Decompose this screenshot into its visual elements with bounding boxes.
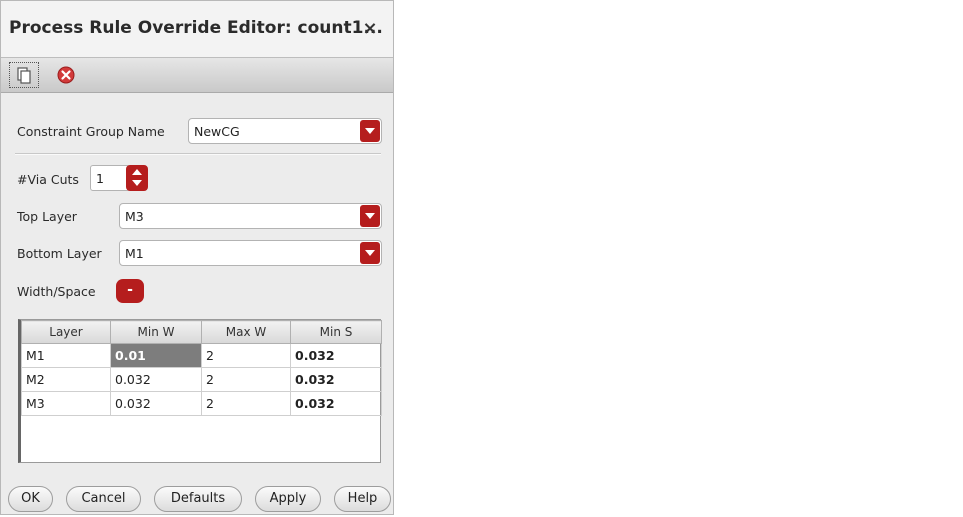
- table-cell-layer[interactable]: M1: [21, 343, 111, 368]
- table-cell-min-w[interactable]: 0.032: [110, 367, 202, 392]
- ok-button[interactable]: OK: [8, 486, 53, 512]
- table-cell-max-w[interactable]: 2: [201, 367, 291, 392]
- top-layer-value: M3: [125, 209, 144, 224]
- table-cell-min-w[interactable]: 0.01: [110, 343, 202, 368]
- dropdown-button[interactable]: [360, 120, 380, 142]
- column-header-layer[interactable]: Layer: [21, 320, 111, 344]
- table-row[interactable]: M2 0.032 2 0.032: [21, 367, 382, 392]
- via-cuts-input[interactable]: 1: [90, 165, 130, 191]
- table-cell-layer[interactable]: M2: [21, 367, 111, 392]
- process-rule-override-dialog: Process Rule Override Editor: count1... …: [0, 0, 394, 515]
- table-cell-min-s[interactable]: 0.032: [290, 367, 382, 392]
- form-area: Constraint Group Name NewCG #Via Cuts 1 …: [1, 93, 393, 473]
- width-space-table: Layer Min W Max W Min S M1 0.01 2 0.032 …: [18, 319, 382, 463]
- table-cell-min-w[interactable]: 0.032: [110, 391, 202, 416]
- table-cell-max-w[interactable]: 2: [201, 343, 291, 368]
- column-header-min-s[interactable]: Min S: [290, 320, 382, 344]
- help-button[interactable]: Help: [334, 486, 391, 512]
- dialog-title: Process Rule Override Editor: count1...: [9, 18, 383, 38]
- table-row[interactable]: M1 0.01 2 0.032: [21, 343, 382, 368]
- bottom-layer-label: Bottom Layer: [17, 246, 102, 261]
- dropdown-button[interactable]: [360, 242, 380, 264]
- copy-icon: [17, 67, 31, 84]
- layer-table: Layer Min W Max W Min S M1 0.01 2 0.032 …: [21, 320, 382, 416]
- close-button[interactable]: ×: [359, 18, 381, 40]
- title-bar: Process Rule Override Editor: count1... …: [1, 1, 393, 57]
- constraint-group-select[interactable]: NewCG: [188, 118, 382, 144]
- toolbar: [1, 57, 393, 93]
- top-layer-select[interactable]: M3: [119, 203, 382, 229]
- chevron-up-icon: [132, 169, 142, 175]
- constraint-group-label: Constraint Group Name: [17, 124, 165, 139]
- dropdown-button[interactable]: [360, 205, 380, 227]
- width-space-label: Width/Space: [17, 284, 96, 299]
- column-header-max-w[interactable]: Max W: [201, 320, 291, 344]
- via-cuts-label: #Via Cuts: [17, 172, 79, 187]
- bottom-layer-value: M1: [125, 246, 144, 261]
- chevron-down-icon: [365, 128, 375, 134]
- table-cell-min-s[interactable]: 0.032: [290, 343, 382, 368]
- cancel-button[interactable]: Cancel: [66, 486, 141, 512]
- top-layer-label: Top Layer: [17, 209, 77, 224]
- table-cell-layer[interactable]: M3: [21, 391, 111, 416]
- delete-icon: [57, 66, 75, 84]
- table-row[interactable]: M3 0.032 2 0.032: [21, 391, 382, 416]
- apply-button[interactable]: Apply: [255, 486, 321, 512]
- table-cell-min-s[interactable]: 0.032: [290, 391, 382, 416]
- table-header-row: Layer Min W Max W Min S: [21, 320, 382, 344]
- table-cell-max-w[interactable]: 2: [201, 391, 291, 416]
- bottom-layer-select[interactable]: M1: [119, 240, 382, 266]
- width-space-button[interactable]: -: [116, 279, 144, 303]
- via-cuts-stepper[interactable]: [126, 165, 148, 191]
- defaults-button[interactable]: Defaults: [154, 486, 242, 512]
- chevron-down-icon: [132, 180, 142, 186]
- delete-button[interactable]: [51, 62, 81, 88]
- divider: [15, 153, 381, 155]
- constraint-group-value: NewCG: [194, 124, 240, 139]
- chevron-down-icon: [365, 213, 375, 219]
- button-bar: OK Cancel Defaults Apply Help: [1, 483, 393, 515]
- via-cuts-value: 1: [96, 171, 104, 186]
- column-header-min-w[interactable]: Min W: [110, 320, 202, 344]
- chevron-down-icon: [365, 250, 375, 256]
- copy-button[interactable]: [9, 62, 39, 88]
